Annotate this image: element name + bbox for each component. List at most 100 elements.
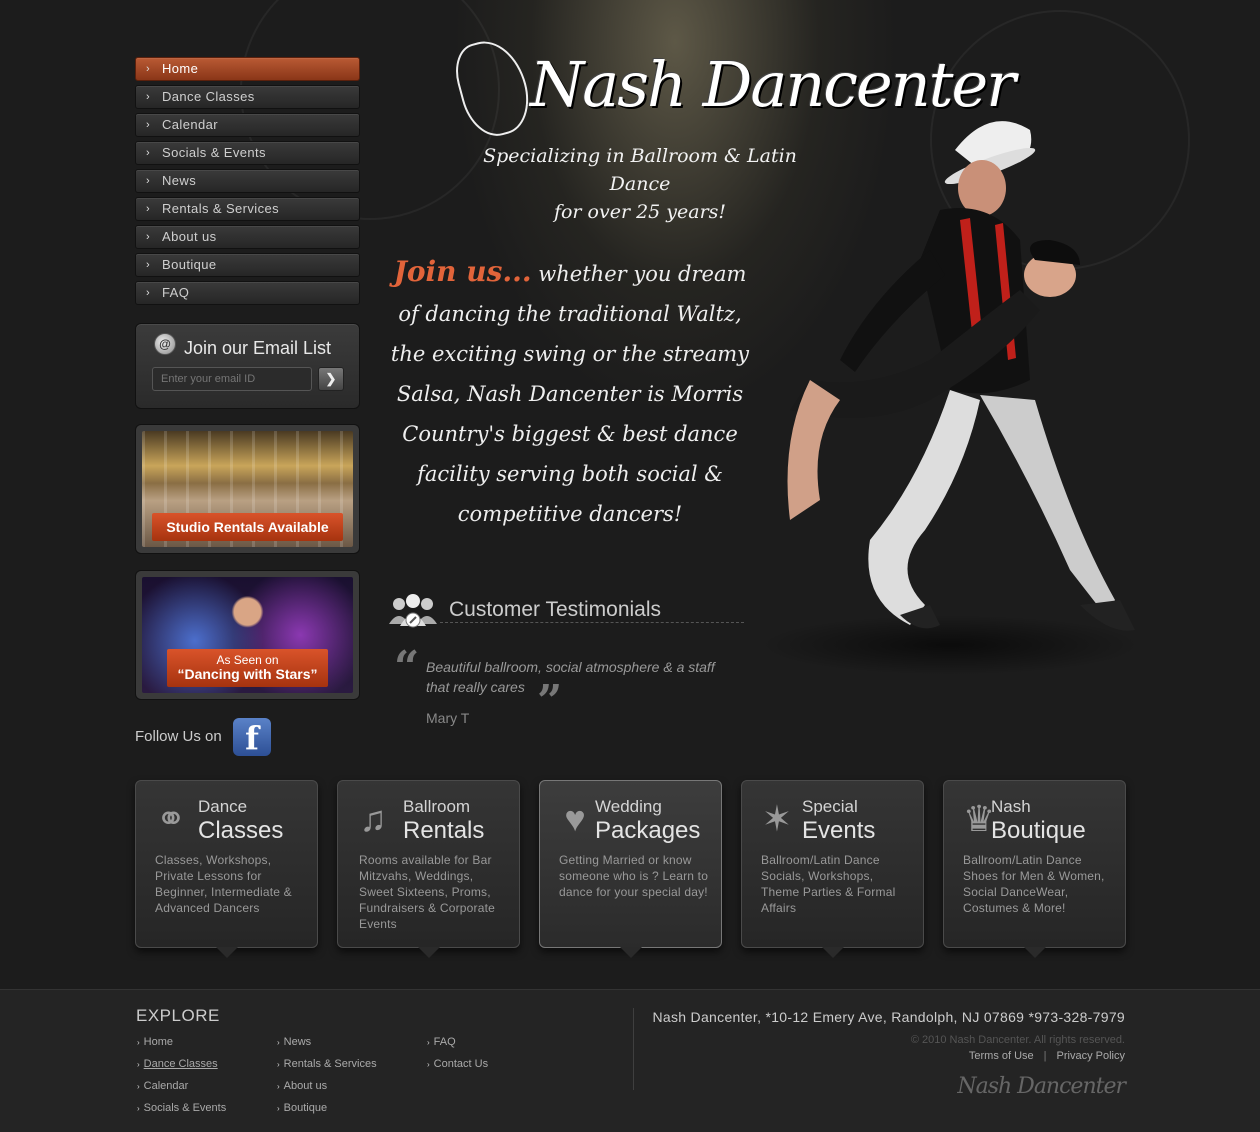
chevron-right-icon: › [137,1104,140,1113]
feature-title-large: Boutique [991,817,1086,844]
footer-link-label: Calendar [143,1080,189,1092]
feature-title-large: Events [802,817,876,844]
main-nav: › Home › Dance Classes › Calendar › Socials … [135,57,360,309]
promo-banner-line1: As Seen on [216,653,279,667]
nav-item-label: Home [162,61,199,76]
footer-link-label: About us [283,1080,328,1092]
footer-link-about-us[interactable]: › About us [277,1080,327,1092]
couple-standing-icon: ⚭ [155,798,187,839]
footer-copyright: © 2010 Nash Dancenter. All rights reserv… [910,1034,1125,1046]
footer-explore-heading: EXPLORE [136,1006,220,1025]
ballroom-photo: Studio Rentals Available [142,431,353,547]
feature-title-large: Packages [595,817,701,844]
nav-item-rentals-services[interactable]: › Rentals & Services [135,197,360,221]
testimonial-author: Mary T [426,710,470,726]
footer-link-boutique[interactable]: › Boutique [277,1102,327,1114]
footer-link-contact-us[interactable]: › Contact Us [427,1058,488,1070]
chevron-right-icon: › [277,1082,280,1091]
nav-item-dance-classes[interactable]: › Dance Classes [135,85,360,109]
feature-title-small: Wedding [595,797,662,816]
footer-legal-links: Terms of Use | Privacy Policy [969,1050,1125,1062]
feature-ballroom-rentals[interactable]: ♫ Ballroom Rentals Rooms available for B… [337,780,520,958]
chevron-right-icon: › [146,203,151,215]
footer-address: Nash Dancenter, *10-12 Emery Ave, Randol… [652,1009,1125,1025]
nav-item-calendar[interactable]: › Calendar [135,113,360,137]
facebook-icon[interactable]: f [233,718,271,757]
chevron-right-icon: › [146,91,151,103]
join-us-heading: Join us... [393,255,532,288]
nav-item-label: Dance Classes [162,89,255,104]
footer-link-dance-classes[interactable]: › Dance Classes [137,1058,218,1070]
footer-link-home[interactable]: › Home [137,1036,173,1048]
footer-link-calendar[interactable]: › Calendar [137,1080,188,1092]
dancing-couple-image [760,121,1140,675]
footer-link-label: Boutique [283,1102,328,1114]
testimonial-quote: Beautiful ballroom, social atmosphere & … [426,659,715,695]
bride-groom-icon: ♥ [564,798,586,839]
footer-link-label: News [283,1036,312,1048]
nav-item-label: News [162,173,197,188]
nav-item-news[interactable]: › News [135,169,360,193]
people-group-icon [389,594,437,628]
footer-link-label: Socials & Events [143,1102,227,1114]
nav-item-faq[interactable]: › FAQ [135,281,360,305]
chevron-right-icon: › [277,1060,280,1069]
chevron-right-icon: › [137,1060,140,1069]
intro-body: whether you dream of dancing the traditi… [390,262,750,526]
nav-item-label: Boutique [162,257,217,272]
testimonials-title: Customer Testimonials [449,598,662,621]
footer-logo: Nash Dancenter [957,1074,1126,1099]
feature-title-small: Nash [991,797,1031,816]
nav-item-socials-events[interactable]: › Socials & Events [135,141,360,165]
chevron-right-icon: › [137,1038,140,1047]
chevron-right-icon: › [146,231,151,243]
footer-link-socials-events[interactable]: › Socials & Events [137,1102,226,1114]
dancing-with-stars-promo[interactable]: As Seen on “Dancing with Stars” [135,570,360,700]
email-submit-button[interactable]: ❯ [318,367,344,391]
feature-special-events[interactable]: ✶ Special Events Ballroom/Latin Dance So… [741,780,924,958]
feature-title-small: Special [802,797,858,816]
feature-wedding-packages[interactable]: ♥ Wedding Packages Getting Married or kn… [539,780,722,958]
nav-item-home[interactable]: › Home [135,57,360,81]
footer-link-faq[interactable]: › FAQ [427,1036,456,1048]
feature-description: Ballroom/Latin Dance Shoes for Men & Wom… [963,853,1105,915]
chevron-right-icon: › [137,1082,140,1091]
footer-link-news[interactable]: › News [277,1036,311,1048]
chevron-right-icon: › [427,1038,430,1047]
feature-description: Getting Married or know someone who is ?… [559,853,709,899]
feature-dance-classes[interactable]: ⚭ Dance Classes Classes, Workshops, Priv… [135,780,318,958]
nav-item-label: Socials & Events [162,145,266,160]
chevron-right-icon: › [427,1060,430,1069]
mail-at-icon: @ [154,333,176,355]
feature-description: Classes, Workshops, Private Lessons for … [155,853,292,915]
studio-rentals-promo[interactable]: Studio Rentals Available [135,424,360,554]
follow-label: Follow Us on [135,728,222,745]
chevron-right-icon: › [146,175,151,187]
footer-link-rentals-services[interactable]: › Rentals & Services [277,1058,377,1070]
chevron-right-icon: › [146,259,151,271]
feature-title-large: Rentals [403,817,485,844]
nav-item-label: Rentals & Services [162,201,280,216]
feature-nash-boutique[interactable]: ♛ Nash Boutique Ballroom/Latin Dance Sho… [943,780,1126,958]
promo-banner: Studio Rentals Available [152,513,343,541]
chevron-right-icon: › [146,119,151,131]
terms-link[interactable]: Terms of Use [969,1050,1034,1062]
footer-link-label: Home [143,1036,174,1048]
footer-link-label: Dance Classes [143,1058,218,1070]
chevron-right-icon: › [277,1038,280,1047]
nav-item-about-us[interactable]: › About us [135,225,360,249]
email-input[interactable] [152,367,312,391]
chevron-right-icon: › [146,147,151,159]
feature-title-small: Dance [198,797,248,816]
footer-link-label: Rentals & Services [283,1058,377,1070]
chevron-right-icon: › [277,1104,280,1113]
feature-description: Ballroom/Latin Dance Socials, Workshops,… [761,853,896,915]
nav-item-label: Calendar [162,117,218,132]
party-dancers-icon: ✶ [761,798,793,839]
nav-item-boutique[interactable]: › Boutique [135,253,360,277]
privacy-link[interactable]: Privacy Policy [1057,1050,1125,1062]
close-quote-icon: ” [537,676,563,727]
feature-description: Rooms available for Bar Mitzvahs, Weddin… [359,853,495,931]
nav-item-label: About us [162,229,217,244]
chevron-right-icon: › [146,63,151,75]
